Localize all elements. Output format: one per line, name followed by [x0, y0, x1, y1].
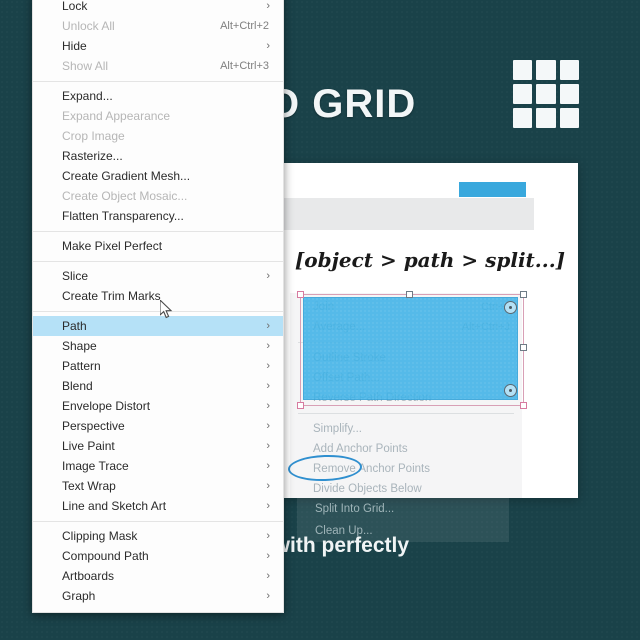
menu-item-lock[interactable]: Lock › — [33, 0, 283, 16]
menu-item-rasterize[interactable]: Rasterize... — [33, 146, 283, 166]
chevron-right-icon: › — [266, 0, 270, 12]
menu-item-label: Perspective — [62, 419, 125, 433]
menu-item-perspective[interactable]: Perspective › — [33, 416, 283, 436]
menu-item-label: Create Object Mosaic... — [62, 189, 188, 203]
card-blue-swatch — [459, 182, 526, 197]
chevron-right-icon: › — [266, 550, 270, 562]
menu-item-label: Slice — [62, 269, 89, 283]
chevron-right-icon: › — [266, 270, 270, 282]
menu-item-label: Image Trace — [62, 459, 129, 473]
menu-item-label: Flatten Transparency... — [62, 209, 184, 223]
menu-item-label: Expand... — [62, 89, 113, 103]
menu-item-label: Clipping Mask — [62, 529, 138, 543]
menu-item-label: Graph — [62, 589, 96, 603]
menu-item-expand-appearance: Expand Appearance — [33, 106, 283, 126]
menu-item-shortcut: Alt+Ctrl+2 — [220, 20, 269, 32]
menu-item-label: Pattern — [62, 359, 101, 373]
menu-item-label: Unlock All — [62, 19, 115, 33]
ghost-menu-item-label: Add Anchor Points — [313, 443, 408, 455]
menu-item-label: Line and Sketch Art — [62, 499, 167, 513]
card-toolbar-band — [282, 198, 534, 230]
menu-separator — [33, 81, 283, 82]
menu-item-label: Path — [62, 319, 87, 333]
menu-item-label: Crop Image — [62, 129, 125, 143]
menu-item-create-object-mosaic: Create Object Mosaic... — [33, 186, 283, 206]
menu-item-label: Create Trim Marks — [62, 289, 161, 303]
menu-item-crop-image: Crop Image — [33, 126, 283, 146]
menu-item-graph[interactable]: Graph › — [33, 586, 283, 606]
menu-item-expand[interactable]: Expand... — [33, 86, 283, 106]
menu-item-clipping-mask[interactable]: Clipping Mask › — [33, 526, 283, 546]
card-caption: [object > path > split...] — [294, 248, 566, 272]
menu-item-path[interactable]: Path › — [33, 316, 283, 336]
grid-3x3-icon — [513, 60, 579, 128]
menu-item-label: Rasterize... — [62, 149, 123, 163]
chevron-right-icon: › — [266, 530, 270, 542]
menu-item-label: Hide — [62, 39, 87, 53]
chevron-right-icon: › — [266, 340, 270, 352]
menu-item-label: Blend — [62, 379, 93, 393]
menu-item-label: Create Gradient Mesh... — [62, 169, 191, 183]
chevron-right-icon: › — [266, 360, 270, 372]
ghost-menu-separator — [298, 413, 514, 414]
menu-item-image-trace[interactable]: Image Trace › — [33, 456, 283, 476]
menu-item-label: Artboards — [62, 569, 115, 583]
menu-item-pattern[interactable]: Pattern › — [33, 356, 283, 376]
ghost-menu-item-label: Simplify... — [313, 423, 362, 435]
chevron-right-icon: › — [266, 570, 270, 582]
menu-separator — [33, 311, 283, 312]
mouse-pointer-icon — [160, 300, 173, 319]
menu-item-hide[interactable]: Hide › — [33, 36, 283, 56]
chevron-right-icon: › — [266, 590, 270, 602]
ghost-menu-item: Divide Objects Below — [290, 479, 522, 498]
selected-rectangle-shape — [303, 297, 518, 400]
menu-separator — [33, 231, 283, 232]
menu-item-flatten-transparency[interactable]: Flatten Transparency... — [33, 206, 283, 226]
menu-separator — [33, 261, 283, 262]
menu-separator — [33, 521, 283, 522]
chevron-right-icon: › — [266, 380, 270, 392]
chevron-right-icon: › — [266, 500, 270, 512]
menu-item-slice[interactable]: Slice › — [33, 266, 283, 286]
object-context-menu[interactable]: Lock › Unlock All Alt+Ctrl+2 Hide › Show All Al… — [32, 0, 284, 613]
menu-item-label: Live Paint — [62, 439, 115, 453]
menu-item-blend[interactable]: Blend › — [33, 376, 283, 396]
menu-item-shortcut: Alt+Ctrl+3 — [220, 60, 269, 72]
menu-item-make-pixel-perfect[interactable]: Make Pixel Perfect — [33, 236, 283, 256]
page-title: O GRID — [268, 82, 417, 126]
menu-item-label: Envelope Distort — [62, 399, 151, 413]
menu-item-artboards[interactable]: Artboards › — [33, 566, 283, 586]
menu-item-show-all: Show All Alt+Ctrl+3 — [33, 56, 283, 76]
menu-item-create-gradient-mesh[interactable]: Create Gradient Mesh... — [33, 166, 283, 186]
menu-item-live-paint[interactable]: Live Paint › — [33, 436, 283, 456]
chevron-right-icon: › — [266, 400, 270, 412]
menu-item-envelope-distort[interactable]: Envelope Distort › — [33, 396, 283, 416]
menu-item-label: Show All — [62, 59, 109, 73]
strip-item-split-into-grid[interactable]: Split Into Grid... — [297, 498, 509, 520]
chevron-right-icon: › — [266, 420, 270, 432]
menu-item-line-and-sketch-art[interactable]: Line and Sketch Art › — [33, 496, 283, 516]
chevron-right-icon: › — [266, 480, 270, 492]
menu-item-create-trim-marks[interactable]: Create Trim Marks — [33, 286, 283, 306]
menu-item-label: Compound Path — [62, 549, 149, 563]
menu-item-label: Expand Appearance — [62, 109, 171, 123]
chevron-right-icon: › — [266, 40, 270, 52]
ghost-menu-item: Simplify... — [290, 419, 522, 439]
menu-item-label: Make Pixel Perfect — [62, 239, 163, 253]
ghost-menu-item-label: Divide Objects Below — [313, 483, 422, 495]
menu-item-label: Lock — [62, 0, 88, 13]
menu-item-shape[interactable]: Shape › — [33, 336, 283, 356]
menu-item-label: Shape — [62, 339, 97, 353]
chevron-right-icon: › — [266, 320, 270, 332]
menu-item-unlock-all: Unlock All Alt+Ctrl+2 — [33, 16, 283, 36]
menu-item-text-wrap[interactable]: Text Wrap › — [33, 476, 283, 496]
chevron-right-icon: › — [266, 460, 270, 472]
chevron-right-icon: › — [266, 440, 270, 452]
menu-item-compound-path[interactable]: Compound Path › — [33, 546, 283, 566]
menu-item-label: Text Wrap — [62, 479, 116, 493]
